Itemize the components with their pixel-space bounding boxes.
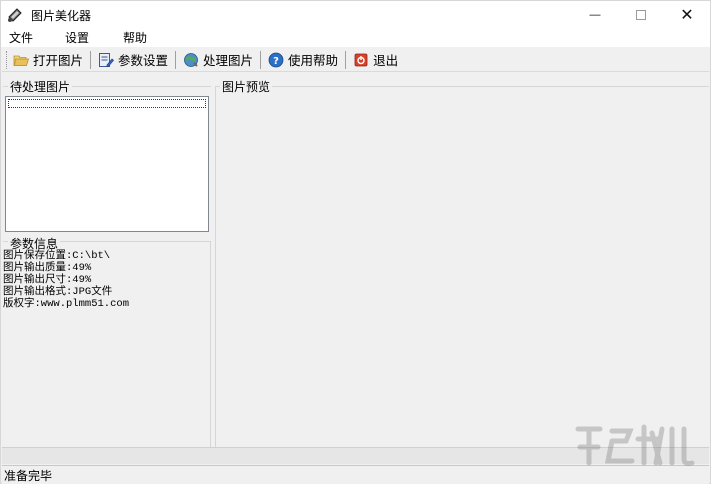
toolbar-separator	[175, 50, 177, 69]
menu-settings[interactable]: 设置	[57, 29, 97, 46]
pending-images-label: 待处理图片	[8, 78, 73, 95]
minimize-button[interactable]: —	[572, 1, 618, 29]
minimize-icon: —	[589, 9, 601, 21]
settings-edit-icon	[98, 52, 115, 68]
menu-bar: 文件 设置 帮助	[1, 28, 710, 47]
exit-label: 退出	[373, 54, 399, 68]
folder-open-icon	[13, 52, 29, 68]
title-bar[interactable]: 图片美化器 — ✕	[1, 1, 710, 29]
list-focus-item[interactable]	[8, 99, 206, 108]
image-preview-group: 图片预览	[215, 78, 709, 447]
close-button[interactable]: ✕	[664, 1, 710, 29]
help-icon: ?	[268, 52, 284, 68]
exit-icon	[353, 52, 369, 68]
site-watermark-logo	[572, 419, 702, 469]
pending-images-list[interactable]	[5, 96, 209, 232]
pending-images-group: 待处理图片	[3, 78, 211, 233]
param-output-quality: 图片输出质量:49%	[3, 262, 92, 274]
window-title: 图片美化器	[31, 8, 92, 23]
app-window: 图片美化器 — ✕ 文件 设置 帮助 打开图片 参数设置 处理图片 ? 使用帮助…	[0, 0, 711, 484]
open-image-label: 打开图片	[33, 54, 84, 68]
process-image-button[interactable]: 处理图片	[179, 49, 257, 71]
param-output-size: 图片输出尺寸:49%	[3, 274, 92, 286]
toolbar-separator	[260, 50, 262, 69]
toolbar: 打开图片 参数设置 处理图片 ? 使用帮助 退出	[2, 48, 709, 72]
exit-button[interactable]: 退出	[349, 49, 402, 71]
usage-help-label: 使用帮助	[288, 54, 339, 68]
open-image-button[interactable]: 打开图片	[9, 49, 87, 71]
menu-help[interactable]: 帮助	[115, 29, 155, 46]
maximize-icon	[636, 10, 646, 20]
svg-text:?: ?	[273, 56, 279, 67]
menu-file[interactable]: 文件	[1, 29, 41, 46]
usage-help-button[interactable]: ? 使用帮助	[264, 49, 342, 71]
parameter-info-group: 参数信息 图片保存位置:C:\bt\ 图片输出质量:49% 图片输出尺寸:49%…	[3, 235, 211, 447]
toolbar-separator	[90, 50, 92, 69]
maximize-button[interactable]	[618, 1, 664, 29]
param-save-location: 图片保存位置:C:\bt\	[3, 250, 111, 262]
param-copyright-text: 版权字:www.plmm51.com	[3, 298, 130, 310]
close-icon: ✕	[680, 7, 694, 24]
param-output-format: 图片输出格式:JPG文件	[3, 286, 113, 298]
process-image-icon	[183, 52, 199, 68]
status-text: 准备完毕	[4, 468, 53, 483]
parameter-settings-label: 参数设置	[118, 54, 169, 68]
parameter-settings-button[interactable]: 参数设置	[94, 49, 172, 71]
app-logo-icon	[7, 7, 23, 23]
parameter-info-text: 图片保存位置:C:\bt\ 图片输出质量:49% 图片输出尺寸:49% 图片输出…	[3, 250, 129, 310]
image-preview-label: 图片预览	[220, 78, 273, 95]
toolbar-separator	[345, 50, 347, 69]
process-image-label: 处理图片	[203, 54, 254, 68]
